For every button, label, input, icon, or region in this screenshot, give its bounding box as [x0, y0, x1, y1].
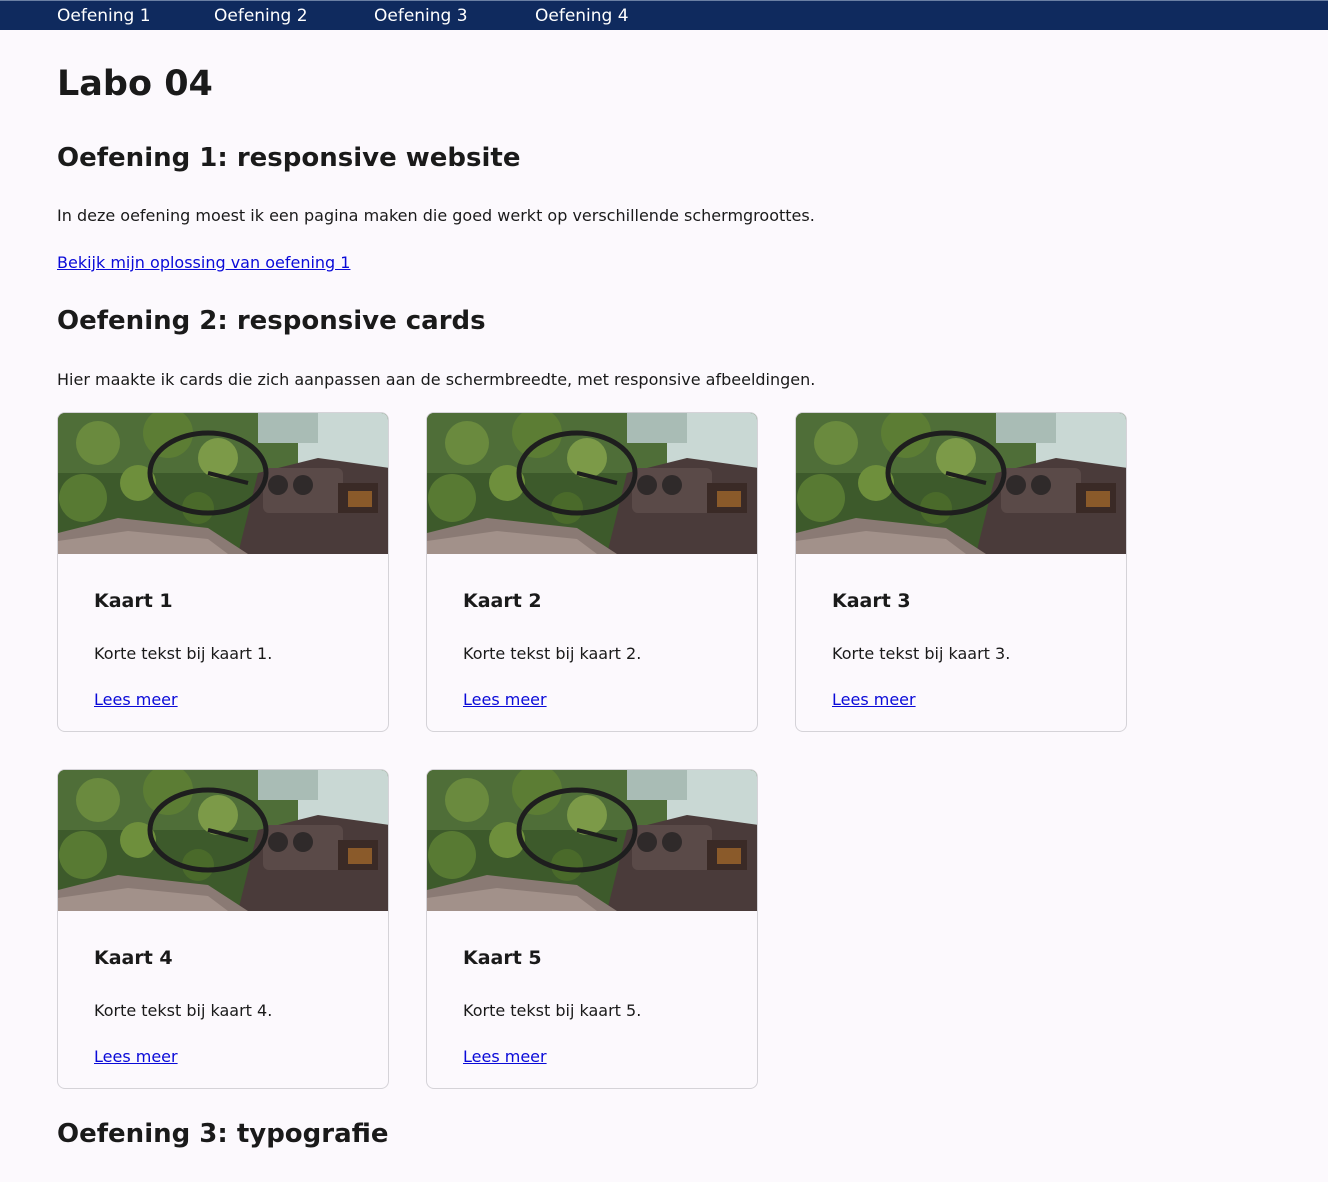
card-image [58, 770, 389, 911]
card-read-more-link[interactable]: Lees meer [463, 689, 547, 711]
card-read-more-link[interactable]: Lees meer [832, 689, 916, 711]
card-text: Korte tekst bij kaart 3. [832, 644, 1011, 663]
section-2-text: Hier maakte ik cards die zich aanpassen … [57, 370, 816, 389]
card-4: Kaart 4 Korte tekst bij kaart 4. Lees me… [57, 769, 389, 1089]
card-2: Kaart 2 Korte tekst bij kaart 2. Lees me… [426, 412, 758, 732]
card-title: Kaart 2 [463, 590, 542, 612]
nav-item-oefening-1[interactable]: Oefening 1 [57, 6, 151, 26]
card-title: Kaart 5 [463, 947, 542, 969]
section-2-heading: Oefening 2: responsive cards [57, 306, 486, 336]
card-image [427, 770, 758, 911]
card-text: Korte tekst bij kaart 5. [463, 1001, 642, 1020]
nav-item-oefening-2[interactable]: Oefening 2 [214, 6, 308, 26]
card-title: Kaart 4 [94, 947, 173, 969]
card-5: Kaart 5 Korte tekst bij kaart 5. Lees me… [426, 769, 758, 1089]
section-1-text: In deze oefening moest ik een pagina mak… [57, 206, 815, 225]
card-text: Korte tekst bij kaart 1. [94, 644, 273, 663]
card-text: Korte tekst bij kaart 4. [94, 1001, 273, 1020]
card-read-more-link[interactable]: Lees meer [94, 689, 178, 711]
card-read-more-link[interactable]: Lees meer [463, 1046, 547, 1068]
nav-item-oefening-3[interactable]: Oefening 3 [374, 6, 468, 26]
card-title: Kaart 1 [94, 590, 173, 612]
top-navigation: Oefening 1 Oefening 2 Oefening 3 Oefenin… [0, 0, 1328, 30]
card-image [427, 413, 758, 554]
nav-item-oefening-4[interactable]: Oefening 4 [535, 6, 629, 26]
card-text: Korte tekst bij kaart 2. [463, 644, 642, 663]
section-1-heading: Oefening 1: responsive website [57, 143, 521, 173]
card-image [58, 413, 389, 554]
card-1: Kaart 1 Korte tekst bij kaart 1. Lees me… [57, 412, 389, 732]
section-1-solution-link[interactable]: Bekijk mijn oplossing van oefening 1 [57, 252, 350, 274]
card-3: Kaart 3 Korte tekst bij kaart 3. Lees me… [795, 412, 1127, 732]
card-title: Kaart 3 [832, 590, 911, 612]
card-read-more-link[interactable]: Lees meer [94, 1046, 178, 1068]
page-title: Labo 04 [57, 64, 213, 104]
card-image [796, 413, 1127, 554]
section-3-heading: Oefening 3: typografie [57, 1119, 389, 1149]
